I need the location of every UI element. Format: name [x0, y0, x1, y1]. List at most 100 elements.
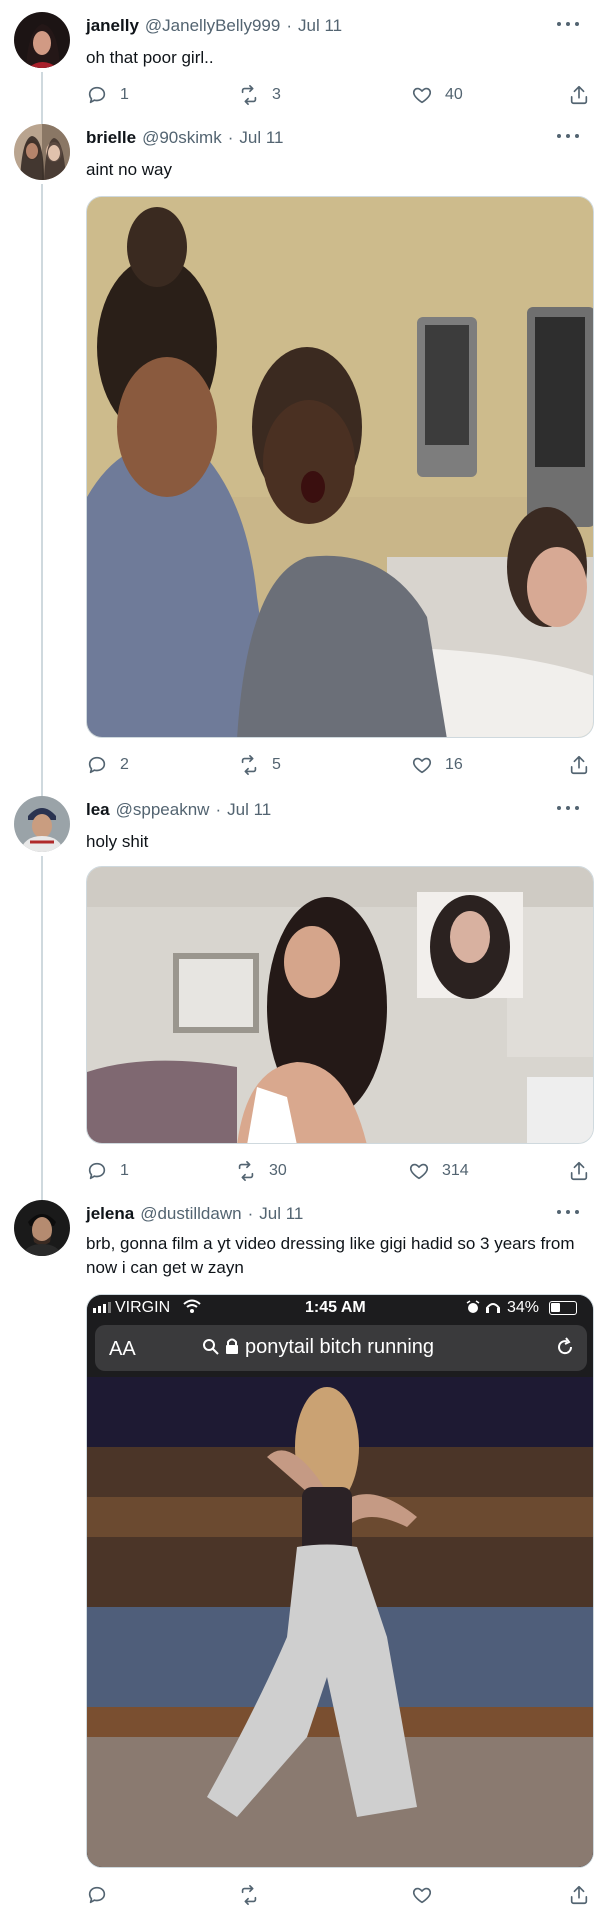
more-icon[interactable]: [557, 798, 579, 818]
reply-button[interactable]: [86, 1884, 120, 1906]
reload-icon[interactable]: [555, 1337, 575, 1362]
running-video-still: [87, 1377, 593, 1867]
browser-bar: AA ponytail bitch running: [87, 1321, 593, 1377]
share-button[interactable]: [568, 84, 590, 106]
tweet-text: brb, gonna film a yt video dressing like…: [86, 1234, 575, 1277]
tweet-header: jelena @dustilldawn · Jul 11: [86, 1200, 303, 1228]
tweet-actions: 1 30 314: [86, 1160, 596, 1186]
more-icon[interactable]: [557, 126, 579, 146]
reply-icon: [88, 86, 106, 104]
user-handle[interactable]: @sppeaknw: [116, 800, 210, 820]
share-icon: [570, 85, 588, 105]
like-button[interactable]: 16: [411, 754, 463, 776]
display-name[interactable]: brielle: [86, 128, 136, 148]
signal-icon: [93, 1302, 111, 1313]
url-field[interactable]: AA ponytail bitch running: [95, 1325, 587, 1371]
display-name[interactable]: jelena: [86, 1204, 134, 1224]
tweet-actions: 2 5 16: [86, 754, 596, 780]
share-button[interactable]: [568, 1160, 590, 1182]
tweet-image[interactable]: VIRGIN 1:45 AM 34% AA ponytail bitch run…: [86, 1294, 594, 1868]
tweet[interactable]: jelena @dustilldawn · Jul 11 brb, gonna …: [0, 1200, 609, 1920]
reply-count: 1: [120, 1162, 129, 1179]
more-icon[interactable]: [557, 1202, 579, 1222]
avatar[interactable]: [14, 124, 70, 180]
wifi-icon: [183, 1298, 201, 1319]
tweet-date[interactable]: Jul 11: [259, 1204, 303, 1224]
phone-time: 1:45 AM: [305, 1299, 366, 1316]
tweet-text: aint no way: [86, 160, 172, 179]
retweet-button[interactable]: 30: [235, 1160, 287, 1182]
separator-dot: ·: [247, 1204, 254, 1223]
thread-line: [41, 110, 43, 120]
tweet-image[interactable]: [86, 866, 594, 1144]
retweet-icon: [238, 1161, 254, 1181]
reply-icon: [88, 756, 106, 774]
retweet-button[interactable]: 5: [238, 754, 281, 776]
tweet-header: janelly @JanellyBelly999 · Jul 11: [86, 12, 342, 40]
share-icon: [570, 755, 588, 775]
tweet-date[interactable]: Jul 11: [298, 16, 342, 36]
retweet-count: 5: [272, 756, 281, 773]
avatar[interactable]: [14, 1200, 70, 1256]
thread-line: [41, 856, 43, 1206]
headphones-icon: [485, 1300, 501, 1319]
like-button[interactable]: [411, 1884, 445, 1906]
share-icon: [570, 1161, 588, 1181]
tweet-text: holy shit: [86, 832, 149, 851]
reaction-photo: [87, 197, 593, 737]
tweet-text: oh that poor girl..: [86, 48, 214, 67]
reader-aa-button[interactable]: AA: [109, 1338, 136, 1361]
reply-button[interactable]: 2: [86, 754, 129, 776]
tweet-header: brielle @90skimk · Jul 11: [86, 124, 283, 152]
reply-button[interactable]: 1: [86, 84, 129, 106]
tweet[interactable]: lea @sppeaknw · Jul 11 holy shit 1 30 31…: [0, 796, 609, 1206]
lock-icon: [225, 1337, 239, 1360]
separator-dot: ·: [215, 800, 222, 819]
retweet-count: 3: [272, 86, 281, 103]
thread-line: [41, 184, 43, 798]
user-handle[interactable]: @JanellyBelly999: [145, 16, 280, 36]
avatar[interactable]: [14, 796, 70, 852]
tweet-actions: [86, 1884, 596, 1910]
share-button[interactable]: [568, 1884, 590, 1906]
avatar[interactable]: [14, 12, 70, 68]
tweet-date[interactable]: Jul 11: [227, 800, 271, 820]
retweet-icon: [241, 1885, 257, 1905]
share-icon: [570, 1885, 588, 1905]
reply-count: 1: [120, 86, 129, 103]
like-icon: [412, 757, 432, 774]
like-icon: [412, 1887, 432, 1904]
like-button[interactable]: 40: [411, 84, 463, 106]
retweet-icon: [241, 85, 257, 105]
reply-button[interactable]: 1: [86, 1160, 129, 1182]
tweet-date[interactable]: Jul 11: [239, 128, 283, 148]
reply-count: 2: [120, 756, 129, 773]
alarm-icon: [466, 1300, 480, 1319]
tweet-image[interactable]: [86, 196, 594, 738]
url-text: ponytail bitch running: [245, 1336, 435, 1358]
display-name[interactable]: janelly: [86, 16, 139, 36]
user-handle[interactable]: @90skimk: [142, 128, 222, 148]
video-still: [87, 867, 593, 1143]
like-button[interactable]: 314: [408, 1160, 469, 1182]
reply-icon: [88, 1162, 106, 1180]
separator-dot: ·: [227, 128, 234, 147]
tweet[interactable]: janelly @JanellyBelly999 · Jul 11 oh tha…: [0, 12, 609, 134]
carrier-name: VIRGIN: [115, 1299, 171, 1316]
display-name[interactable]: lea: [86, 800, 110, 820]
like-count: 314: [442, 1162, 469, 1179]
retweet-icon: [241, 755, 257, 775]
retweet-button[interactable]: [238, 1884, 272, 1906]
share-button[interactable]: [568, 754, 590, 776]
like-count: 40: [445, 86, 463, 103]
tweet[interactable]: brielle @90skimk · Jul 11 aint no way 2 …: [0, 110, 609, 798]
reply-icon: [88, 1886, 106, 1904]
retweet-button[interactable]: 3: [238, 84, 281, 106]
tweet-actions: 1 3 40: [86, 84, 596, 110]
tweet-header: lea @sppeaknw · Jul 11: [86, 796, 271, 824]
battery-icon: [549, 1301, 577, 1315]
like-icon: [412, 87, 432, 104]
like-count: 16: [445, 756, 463, 773]
user-handle[interactable]: @dustilldawn: [140, 1204, 241, 1224]
more-icon[interactable]: [557, 14, 579, 34]
